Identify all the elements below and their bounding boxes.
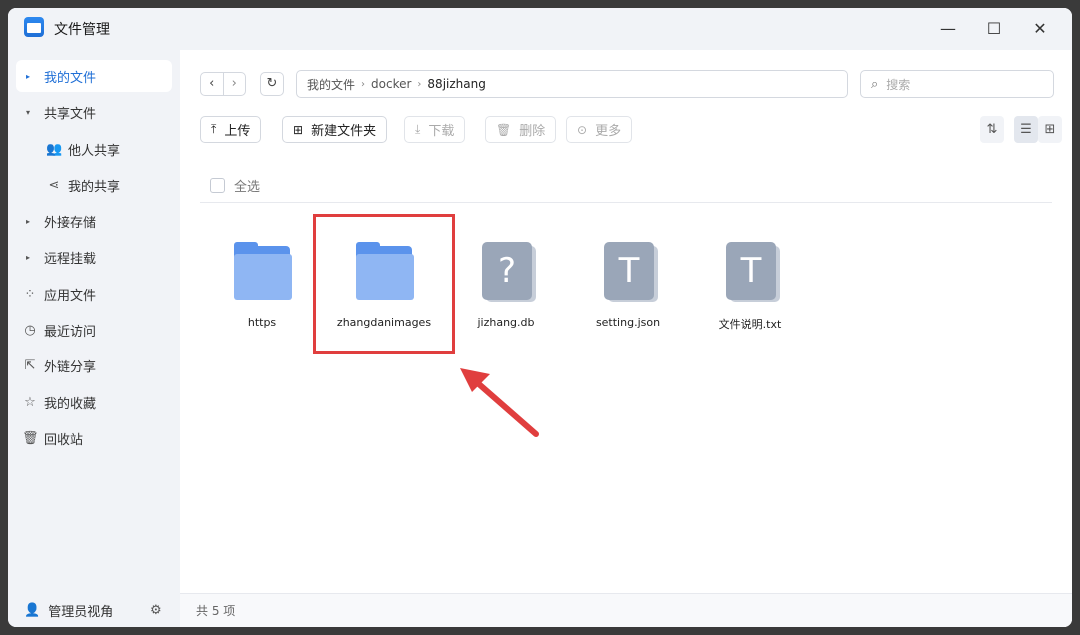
new-folder-icon: ⊞	[293, 122, 304, 137]
caret-right-icon: ▸	[26, 252, 31, 262]
admin-view-label: 管理员视角	[48, 604, 114, 620]
breadcrumb-item[interactable]: 我的文件	[307, 76, 355, 93]
sidebar-item-label: 远程挂载	[44, 251, 97, 267]
caret-right-icon: ▸	[26, 216, 31, 226]
clock-icon: ◷	[24, 322, 36, 338]
status-bar: 共 5 项	[180, 593, 1072, 627]
text-file-icon: T	[718, 240, 782, 304]
upload-label: 上传	[224, 124, 251, 139]
sidebar-item-my-files[interactable]: ▸ 我的文件	[16, 60, 172, 92]
caret-down-icon: ▾	[26, 107, 31, 117]
search-icon: ⌕	[871, 76, 879, 92]
more-icon: ⊙	[577, 122, 588, 137]
select-all-label: 全选	[234, 180, 261, 195]
upload-icon: ⤒	[211, 122, 217, 136]
item-count: 共 5 项	[196, 604, 236, 618]
apps-icon: ⁘	[24, 286, 36, 302]
sidebar-item-remote-mount[interactable]: ▸ 远程挂载	[16, 241, 172, 273]
minimize-button[interactable]: —	[928, 14, 968, 42]
breadcrumb[interactable]: 我的文件 › docker › 88jizhang	[296, 70, 848, 98]
download-icon: ⤓	[415, 122, 421, 136]
upload-button[interactable]: ⤒ 上传	[200, 116, 262, 143]
trash-icon: 🗑	[22, 430, 39, 446]
sidebar-item-shared-files[interactable]: ▾ 共享文件	[16, 96, 172, 128]
more-button[interactable]: ⊙ 更多	[566, 116, 633, 143]
folder-icon	[230, 240, 294, 304]
share-icon: ⋖	[48, 177, 60, 193]
forward-button[interactable]: ›	[224, 73, 246, 95]
sidebar-item-label: 我的文件	[44, 70, 97, 86]
new-folder-button[interactable]: ⊞ 新建文件夹	[282, 116, 388, 143]
unknown-file-icon: ?	[474, 240, 538, 304]
title-bar: 文件管理 — ☐ ✕	[8, 8, 1072, 50]
sidebar: ▸ 我的文件 ▾ 共享文件 👥 他人共享 ⋖ 我的共享 ▸ 外接存储 ▸ 远程挂…	[8, 50, 180, 627]
close-button[interactable]: ✕	[1020, 14, 1060, 42]
download-label: 下载	[428, 124, 455, 139]
file-name: 文件说明.txt	[718, 318, 782, 331]
sidebar-item-external-storage[interactable]: ▸ 外接存储	[16, 205, 172, 237]
sidebar-item-favorites[interactable]: ☆ 我的收藏	[16, 386, 172, 418]
sidebar-item-my-shares[interactable]: ⋖ 我的共享	[16, 169, 172, 201]
sidebar-item-label: 共享文件	[44, 106, 97, 122]
sidebar-item-label: 外链分享	[44, 359, 97, 375]
sidebar-item-trash[interactable]: 🗑 回收站	[16, 422, 172, 454]
new-folder-label: 新建文件夹	[311, 124, 377, 139]
breadcrumb-current[interactable]: 88jizhang	[427, 77, 485, 91]
file-name: jizhang.db	[477, 316, 535, 329]
file-item[interactable]: ? jizhang.db	[446, 240, 566, 329]
users-icon: 👥	[46, 141, 63, 157]
star-icon: ☆	[24, 394, 36, 410]
text-file-icon: T	[596, 240, 660, 304]
sidebar-item-shared-with-me[interactable]: 👥 他人共享	[16, 133, 172, 165]
sidebar-item-label: 他人共享	[68, 143, 121, 159]
more-label: 更多	[595, 124, 622, 139]
search-input[interactable]: ⌕ 搜索	[860, 70, 1054, 98]
delete-button[interactable]: 🗑 删除	[485, 116, 557, 143]
file-item[interactable]: https	[202, 240, 322, 329]
file-item[interactable]: T setting.json	[568, 240, 688, 329]
delete-label: 删除	[519, 124, 546, 139]
file-manager-window: 文件管理 — ☐ ✕ ▸ 我的文件 ▾ 共享文件 👥 他人共享 ⋖ 我的共享 ▸…	[8, 8, 1072, 627]
caret-right-icon: ▸	[26, 71, 31, 81]
chevron-right-icon: ›	[361, 78, 366, 90]
sidebar-item-app-files[interactable]: ⁘ 应用文件	[16, 278, 172, 310]
sidebar-item-label: 我的共享	[68, 179, 121, 195]
divider	[200, 202, 1052, 203]
chevron-right-icon: ›	[417, 78, 422, 90]
main-panel: ‹ › ↻ 我的文件 › docker › 88jizhang ⌕ 搜索 ⤒ 上…	[180, 50, 1072, 627]
admin-view-toggle[interactable]: 👤 管理员视角 ⚙	[8, 593, 180, 627]
annotation-arrow-icon	[460, 368, 539, 437]
sidebar-item-link-share[interactable]: ⇱ 外链分享	[16, 349, 172, 381]
sidebar-item-recent[interactable]: ◷ 最近访问	[16, 314, 172, 346]
select-all-checkbox[interactable]	[210, 178, 225, 193]
window-title: 文件管理	[54, 22, 110, 38]
highlight-box	[313, 214, 455, 354]
sidebar-item-label: 最近访问	[44, 324, 97, 340]
sidebar-item-label: 回收站	[44, 432, 84, 448]
search-placeholder: 搜索	[886, 77, 911, 92]
file-item[interactable]: T 文件说明.txt	[690, 240, 810, 332]
grid-view-button[interactable]: ⊞	[1038, 116, 1062, 143]
sort-button[interactable]: ⇅	[980, 116, 1004, 143]
link-share-icon: ⇱	[24, 357, 36, 373]
gear-icon[interactable]: ⚙	[150, 603, 162, 618]
file-manager-app-icon	[24, 17, 44, 37]
maximize-button[interactable]: ☐	[974, 14, 1014, 42]
download-button[interactable]: ⤓ 下载	[404, 116, 466, 143]
list-view-button[interactable]: ☰	[1014, 116, 1038, 143]
select-all[interactable]: 全选	[210, 176, 260, 195]
sidebar-item-label: 我的收藏	[44, 396, 97, 412]
delete-icon: 🗑	[496, 122, 512, 137]
back-button[interactable]: ‹	[201, 73, 224, 95]
sidebar-item-label: 外接存储	[44, 215, 97, 231]
file-name: https	[247, 316, 277, 329]
breadcrumb-item[interactable]: docker	[371, 77, 411, 91]
user-icon: 👤	[24, 602, 41, 618]
refresh-button[interactable]: ↻	[260, 72, 284, 96]
history-nav: ‹ ›	[200, 72, 246, 96]
sidebar-item-label: 应用文件	[44, 288, 97, 304]
file-name: setting.json	[595, 316, 661, 329]
